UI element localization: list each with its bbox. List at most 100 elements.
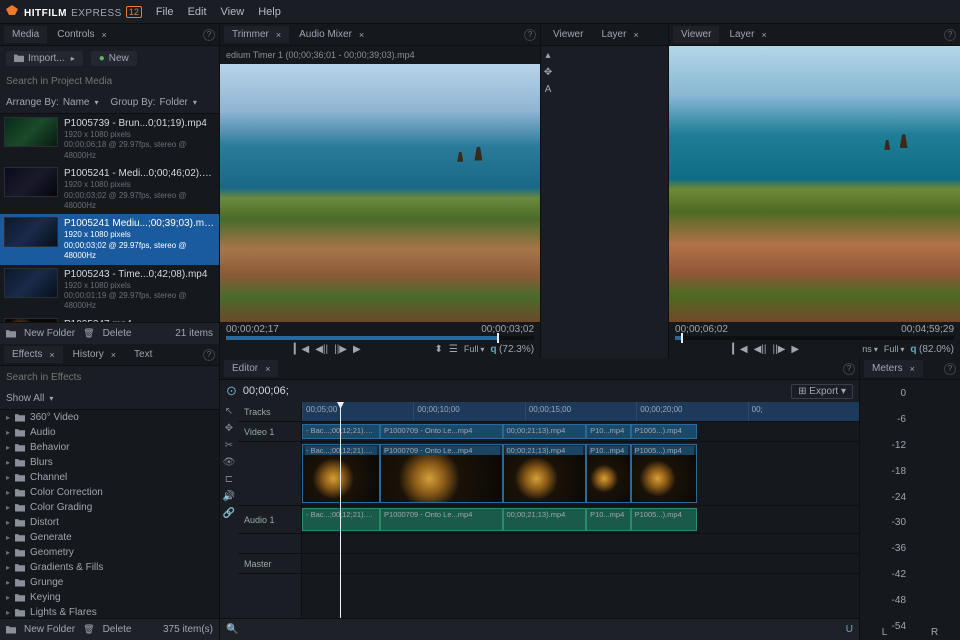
next-frame-button[interactable]: ▶ <box>353 344 361 355</box>
tab-controls[interactable]: Controls× <box>49 26 115 43</box>
master-label[interactable]: Master <box>238 554 301 574</box>
clip[interactable]: P1000709 - Onto Le...mp4 <box>380 444 503 503</box>
tab-media[interactable]: Media <box>4 26 47 43</box>
effects-category[interactable]: Color Correction <box>0 485 219 500</box>
video-track-label[interactable]: Video 1 <box>238 422 301 442</box>
viewer-viewport[interactable] <box>669 46 960 322</box>
effects-category[interactable]: Behavior <box>0 440 219 455</box>
effects-category[interactable]: Gradients & Fills <box>0 560 219 575</box>
effects-category[interactable]: Geometry <box>0 545 219 560</box>
effects-category[interactable]: Lights & Flares <box>0 605 219 618</box>
media-search-input[interactable] <box>6 76 213 87</box>
ruler-tick[interactable]: 00;00;10;00 <box>413 402 524 421</box>
clip[interactable]: P1005...).mp4 <box>631 508 698 531</box>
effects-category[interactable]: Blurs <box>0 455 219 470</box>
effects-search-input[interactable] <box>6 372 213 383</box>
tool-hand-icon[interactable]: ✥ <box>544 67 552 78</box>
ruler-tick[interactable]: 00;00;20;00 <box>636 402 747 421</box>
video-track[interactable]: - Bac...;00;12;21).mp4P1000709 - Onto Le… <box>302 422 859 442</box>
tab-layer[interactable]: Layer× <box>721 26 774 43</box>
menu-help[interactable]: Help <box>258 6 281 18</box>
overwrite-icon[interactable]: ☰ <box>449 344 458 355</box>
clip[interactable]: P1000709 - Onto Le...mp4 <box>380 424 503 439</box>
zoom-value[interactable]: q (72.3%) <box>490 344 534 355</box>
timeline[interactable]: ↖ ✥ ✂ 👁 ⊏ 🔊 🔗 Tracks Video 1 Audio 1 <box>220 402 859 618</box>
media-list[interactable]: P1005739 - Brun...0;01;19).mp41920 x 108… <box>0 114 219 322</box>
next-frame-button[interactable]: ▶ <box>791 344 799 355</box>
effects-category[interactable]: Color Grading <box>0 500 219 515</box>
viewer-scrubber[interactable] <box>675 336 954 340</box>
show-all-select[interactable]: Show All <box>6 393 53 404</box>
tab-viewer-active[interactable]: Viewer <box>673 26 719 43</box>
new-button[interactable]: ●New <box>91 51 137 66</box>
menu-file[interactable]: File <box>156 6 174 18</box>
clip[interactable]: 00;00;21;13).mp4 <box>503 424 587 439</box>
tab-effects[interactable]: Effects× <box>4 346 63 363</box>
tab-meters[interactable]: Meters× <box>864 360 923 377</box>
options-select[interactable]: ns <box>862 344 878 354</box>
media-item[interactable]: P1005241 Mediu...;00;39;03).mp41920 x 10… <box>0 214 219 264</box>
clip[interactable]: P1000709 - Onto Le...mp4 <box>380 508 503 531</box>
zoom-value[interactable]: q (82.0%) <box>910 344 954 355</box>
clip[interactable]: P1005...).mp4 <box>631 424 698 439</box>
effects-category[interactable]: 360° Video <box>0 410 219 425</box>
insert-icon[interactable]: ⬍ <box>435 344 443 355</box>
media-item[interactable]: P1005243 - Time...0;42;08).mp41920 x 108… <box>0 265 219 315</box>
tool-eye-icon[interactable]: 👁 <box>223 457 236 468</box>
new-folder-button[interactable]: New Folder <box>24 624 75 635</box>
audio-track-label[interactable]: Audio 1 <box>238 506 301 534</box>
audio-track[interactable]: - Bac...;00;12;21).mp4P1000709 - Onto Le… <box>302 506 859 534</box>
prev-frame-button[interactable]: ▎◀ <box>294 344 309 355</box>
clip[interactable]: P10...mp4 <box>586 508 631 531</box>
tool-text-icon[interactable]: A <box>545 84 552 95</box>
export-button[interactable]: ⊞ Export ▾ <box>791 384 853 399</box>
tool-select-icon[interactable]: ↖ <box>225 406 233 417</box>
master-track[interactable] <box>302 554 859 574</box>
effects-list[interactable]: 360° VideoAudioBehaviorBlursChannelColor… <box>0 410 219 618</box>
clip[interactable]: 00;00;21;13).mp4 <box>503 508 587 531</box>
media-item[interactable]: P1005241 - Medi...0;00;46;02).mp41920 x … <box>0 164 219 214</box>
trimmer-viewport[interactable] <box>220 64 540 322</box>
tool-audio-icon[interactable]: 🔊 <box>223 491 235 502</box>
menu-view[interactable]: View <box>221 6 245 18</box>
tab-editor[interactable]: Editor× <box>224 360 278 377</box>
effects-category[interactable]: Keying <box>0 590 219 605</box>
tab-viewer[interactable]: Viewer <box>545 26 591 43</box>
full-select[interactable]: Full <box>884 344 905 354</box>
ruler-tick[interactable]: 00; <box>748 402 859 421</box>
tab-audio-mixer[interactable]: Audio Mixer× <box>291 26 372 43</box>
tool-hand-icon[interactable]: ✥ <box>225 423 233 434</box>
tool-slice-icon[interactable]: ✂ <box>225 440 233 451</box>
ruler-tick[interactable]: 00;05;00 <box>302 402 413 421</box>
timeline-ruler[interactable]: 00;05;0000;00;10;0000;00;15;0000;00;20;0… <box>302 402 859 422</box>
arrange-select[interactable]: Name <box>63 97 99 108</box>
import-button[interactable]: Import... <box>6 51 83 66</box>
prev-frame-button[interactable]: ▎◀ <box>732 344 747 355</box>
tool-snap-icon[interactable]: ⊏ <box>225 474 233 485</box>
magnet-icon[interactable]: U <box>846 624 853 635</box>
delete-button[interactable]: Delete <box>103 624 132 635</box>
trimmer-scrubber[interactable] <box>226 336 534 340</box>
tab-history[interactable]: History× <box>65 346 124 363</box>
clip[interactable]: P10...mp4 <box>586 424 631 439</box>
effects-category[interactable]: Distort <box>0 515 219 530</box>
play-back-button[interactable]: ◀|| <box>754 344 767 355</box>
video-thumb-track[interactable]: - Bac...;00;12;21).mp4P1000709 - Onto Le… <box>302 442 859 506</box>
media-item[interactable]: P1005247.mp41920 x 1080 pixels00;00;06;0… <box>0 315 219 322</box>
help-icon[interactable]: ? <box>203 349 215 361</box>
delete-button[interactable]: Delete <box>103 328 132 339</box>
tool-link-icon[interactable]: 🔗 <box>223 508 235 519</box>
help-icon[interactable]: ? <box>203 29 215 41</box>
group-select[interactable]: Folder <box>160 97 197 108</box>
playhead[interactable] <box>340 402 341 618</box>
ruler-tick[interactable]: 00;00;15;00 <box>525 402 636 421</box>
effects-category[interactable]: Grunge <box>0 575 219 590</box>
tool-arrow-icon[interactable]: ▴ <box>546 50 551 61</box>
effects-category[interactable]: Generate <box>0 530 219 545</box>
full-select[interactable]: Full <box>464 344 485 354</box>
help-icon[interactable]: ? <box>843 363 855 375</box>
play-back-button[interactable]: ◀|| <box>315 344 328 355</box>
tab-trimmer[interactable]: Trimmer× <box>224 26 289 43</box>
search-icon[interactable]: 🔍 <box>226 624 238 635</box>
clip[interactable]: P1005...).mp4 <box>631 444 698 503</box>
